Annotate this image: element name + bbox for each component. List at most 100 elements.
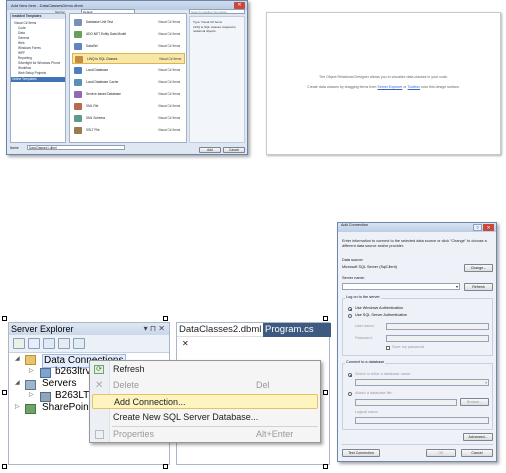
database-file-input[interactable]	[355, 399, 457, 406]
selection-handle[interactable]	[323, 316, 328, 321]
selection-handle[interactable]	[2, 464, 7, 469]
template-details: Type: Visual C# Items LINQ to SQL classe…	[189, 16, 245, 143]
category-tree-item[interactable]: Silverlight for Windows Phone	[18, 61, 60, 65]
template-type: Visual C# Items	[158, 92, 181, 96]
template-icon	[74, 19, 82, 26]
template-item[interactable]: XML File Visual C# Items	[72, 101, 185, 112]
windows-auth-radio[interactable]	[348, 307, 352, 311]
servers-node[interactable]: Servers	[42, 378, 76, 390]
template-type: Visual C# Items	[158, 116, 181, 120]
template-name: Service-based Database	[86, 92, 121, 96]
ok-button[interactable]: OK	[426, 449, 456, 457]
logical-name-input[interactable]	[355, 417, 489, 424]
category-tree-item[interactable]: Reporting	[18, 56, 32, 60]
cancel-button[interactable]: Cancel	[461, 449, 493, 457]
name-input[interactable]: DataClasses1.dbml	[27, 145, 125, 150]
password-input[interactable]	[386, 335, 489, 342]
tab-program-cs[interactable]: Program.cs	[263, 323, 331, 337]
selection-handle[interactable]	[163, 464, 168, 469]
template-item[interactable]: LINQ to SQL Classes Visual C# Items	[72, 53, 185, 64]
category-tree-item[interactable]: WPF	[18, 51, 25, 55]
server-explorer-link[interactable]: Server Explorer	[377, 85, 402, 89]
menu-item-add-connection[interactable]: Add Connection...	[92, 394, 318, 409]
template-item[interactable]: Local Database Cache Visual C# Items	[72, 77, 185, 88]
template-item[interactable]: Local Database Visual C# Items	[72, 65, 185, 76]
selection-handle[interactable]	[2, 316, 7, 321]
menu-item-refresh[interactable]: ⟳ Refresh	[90, 362, 320, 377]
collapse-triangle-icon[interactable]: ◢	[15, 355, 20, 362]
logical-name-label: Logical name:	[355, 410, 379, 414]
object-relational-designer-surface[interactable]: The Object Relational Designer allows yo…	[266, 12, 501, 155]
template-icon	[74, 91, 82, 98]
menu-item-delete[interactable]: ✕ Delete Del	[90, 378, 320, 393]
menu-item-shortcut: Del	[256, 380, 270, 390]
template-icon	[74, 103, 82, 110]
name-label: Name:	[10, 146, 20, 150]
tab-dataclasses2[interactable]: DataClasses2.dbml ✕	[177, 323, 263, 348]
template-name: ADO.NET Entity Data Model	[86, 32, 127, 36]
sort-label: Sort by:	[55, 10, 66, 14]
sharepoint-connection-icon[interactable]	[73, 338, 85, 349]
selection-handle[interactable]	[323, 390, 328, 395]
selection-handle[interactable]	[2, 390, 7, 395]
category-tree-item[interactable]: Web	[18, 41, 25, 45]
template-item[interactable]: DataSet Visual C# Items	[72, 41, 185, 52]
close-button[interactable]: ✕	[234, 2, 245, 9]
connect-to-server-icon[interactable]	[58, 338, 70, 349]
close-button[interactable]: ✕	[483, 224, 494, 231]
template-icon	[74, 67, 82, 74]
category-tree-item[interactable]: Data	[18, 31, 25, 35]
expand-triangle-icon[interactable]: ▷	[29, 367, 34, 374]
category-tree-item[interactable]: General	[18, 36, 29, 40]
category-tree-item[interactable]: Web Setup Projects	[18, 71, 46, 75]
search-input[interactable]: Search Installed Templates	[189, 9, 245, 14]
expand-triangle-icon[interactable]: ▷	[29, 391, 34, 398]
stop-refresh-icon[interactable]	[28, 338, 40, 349]
template-item[interactable]: XSLT File Visual C# Items	[72, 125, 185, 136]
template-item[interactable]: Service-based Database Visual C# Items	[72, 89, 185, 100]
change-button[interactable]: Change...	[464, 264, 493, 272]
browse-button[interactable]: Browse...	[460, 398, 489, 406]
collapse-triangle-icon[interactable]: ◢	[15, 379, 20, 386]
toolbox-link[interactable]: Toolbox	[408, 85, 420, 89]
template-type: Visual C# Items	[158, 44, 181, 48]
details-description: LINQ to SQL classes mapped to relational…	[193, 25, 236, 33]
server-name-combo[interactable]: ▾	[342, 283, 460, 290]
template-item[interactable]: XML Schema Visual C# Items	[72, 113, 185, 124]
template-item[interactable]: Database Unit Test Visual C# Items	[72, 17, 185, 28]
online-templates-item[interactable]: Online Templates	[11, 77, 65, 82]
sql-auth-radio[interactable]	[348, 314, 352, 318]
server-icon	[40, 392, 51, 402]
add-button[interactable]: Add	[199, 147, 221, 153]
save-password-checkbox[interactable]	[386, 346, 390, 350]
expand-triangle-icon[interactable]: ▷	[15, 403, 20, 410]
help-button[interactable]: ?	[473, 224, 482, 231]
close-tab-icon[interactable]: ✕	[182, 339, 189, 348]
dropdown-arrow-icon[interactable]: ▾	[456, 284, 458, 289]
select-database-radio[interactable]	[348, 373, 352, 377]
selection-handle[interactable]	[323, 464, 328, 469]
user-name-input[interactable]	[386, 323, 489, 330]
template-item[interactable]: ADO.NET Entity Data Model Visual C# Items	[72, 29, 185, 40]
selection-handle[interactable]	[163, 316, 168, 321]
category-tree-item[interactable]: Workflow	[18, 66, 31, 70]
panel-window-icons[interactable]: ▾ ⊓ ✕	[144, 324, 165, 333]
category-tree-item[interactable]: Windows Forms	[18, 46, 41, 50]
attach-database-label: Attach a database file:	[355, 391, 393, 395]
menu-item-label: Delete	[113, 380, 140, 390]
connect-to-database-icon[interactable]	[43, 338, 55, 349]
refresh-icon[interactable]	[13, 338, 25, 349]
data-source-label: Data source:	[342, 258, 364, 262]
test-connection-button[interactable]: Test Connection	[342, 449, 380, 457]
template-icon	[75, 56, 83, 63]
advanced-button[interactable]: Advanced...	[463, 433, 493, 441]
dropdown-arrow-icon[interactable]: ▾	[485, 380, 487, 385]
category-tree-item[interactable]: Code	[18, 26, 26, 30]
category-tree-item[interactable]: Visual C# Items	[14, 21, 36, 25]
database-name-combo[interactable]: ▾	[355, 379, 489, 386]
cancel-button[interactable]: Cancel	[223, 147, 245, 153]
attach-database-radio[interactable]	[348, 392, 352, 396]
refresh-button[interactable]: Refresh	[464, 283, 493, 291]
menu-item-create-database[interactable]: Create New SQL Server Database...	[90, 410, 320, 425]
menu-item-properties[interactable]: Properties Alt+Enter	[90, 427, 320, 442]
